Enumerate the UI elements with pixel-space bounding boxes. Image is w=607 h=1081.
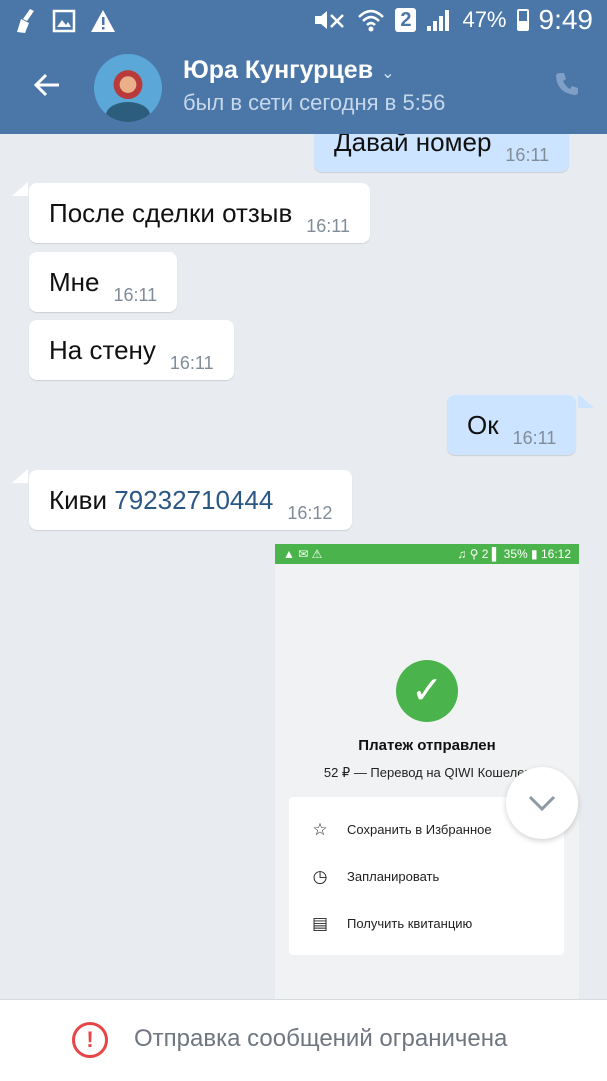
battery-icon xyxy=(516,9,529,31)
clock-icon: ◷ xyxy=(312,866,328,886)
signal-icon xyxy=(427,10,450,31)
message-time: 16:11 xyxy=(505,145,550,165)
broom-icon xyxy=(17,9,34,33)
status-bar: 2 47% 9:49 xyxy=(0,0,607,42)
clock: 9:49 xyxy=(538,4,594,35)
contact-name-text: Юра Кунгурцев xyxy=(183,56,374,84)
option-label: Сохранить в Избранное xyxy=(347,822,492,837)
option-schedule: ◷ Запланировать xyxy=(289,853,564,900)
bubble-tail xyxy=(12,182,28,196)
message-text: На стену xyxy=(49,335,156,365)
back-arrow-icon[interactable] xyxy=(32,70,62,106)
option-label: Получить квитанцию xyxy=(347,916,473,931)
message-time: 16:12 xyxy=(287,503,333,523)
message-text: Мне xyxy=(49,267,100,297)
message-incoming[interactable]: Киви 79232710444 16:12 xyxy=(29,470,353,530)
message-text: После сделки отзыв xyxy=(49,198,293,228)
contact-name[interactable]: Юра Кунгурцев ⌄ xyxy=(183,56,394,85)
last-seen-status: был в сети сегодня в 5:56 xyxy=(183,90,446,115)
success-check-icon: ✓ xyxy=(396,660,458,722)
image-icon xyxy=(52,9,76,33)
attachment-sim: 2 xyxy=(481,547,489,561)
message-time: 16:11 xyxy=(169,353,214,373)
message-incoming[interactable]: Мне 16:11 xyxy=(29,252,178,312)
warning-icon xyxy=(91,10,115,32)
bubble-tail xyxy=(12,469,28,483)
attachment-time: 16:12 xyxy=(540,547,571,561)
avatar[interactable] xyxy=(94,54,162,122)
message-text: Ок xyxy=(467,410,499,440)
chevron-down-icon xyxy=(528,795,556,812)
receipt-icon: ▤ xyxy=(311,913,329,933)
option-label: Запланировать xyxy=(347,869,440,884)
star-icon: ☆ xyxy=(312,819,328,839)
phone-number-link[interactable]: 79232710444 xyxy=(114,485,273,515)
warning-icon: ! xyxy=(72,1022,108,1058)
phone-icon[interactable] xyxy=(553,70,581,105)
chat-header: Юра Кунгурцев ⌄ был в сети сегодня в 5:56 xyxy=(0,42,607,134)
scroll-down-button[interactable] xyxy=(506,767,578,839)
attachment-battery: 35% xyxy=(503,547,528,561)
message-text: Давай номер xyxy=(334,134,492,157)
message-text: Киви xyxy=(49,485,108,515)
message-incoming[interactable]: На стену 16:11 xyxy=(29,320,234,380)
message-incoming[interactable]: После сделки отзыв 16:11 xyxy=(29,183,370,243)
message-outgoing[interactable]: Давай номер 16:11 xyxy=(314,134,570,172)
chevron-down-icon[interactable]: ⌄ xyxy=(381,65,394,82)
message-outgoing[interactable]: Ок 16:11 xyxy=(447,395,577,455)
restriction-text: Отправка сообщений ограничена xyxy=(134,1025,508,1052)
attachment-status-right: ♫ ⚲ 2 ▌ 35% ▮ 16:12 xyxy=(457,547,571,561)
attachment-status-icons-left: ▲ ✉ ⚠ xyxy=(283,547,323,561)
sim-indicator: 2 xyxy=(395,8,417,32)
mute-icon xyxy=(315,11,345,29)
attachment-status-bar: ▲ ✉ ⚠ ♫ ⚲ 2 ▌ 35% ▮ 16:12 xyxy=(275,544,579,564)
message-list[interactable]: Давай номер 16:11 После сделки отзыв 16:11… xyxy=(0,134,607,999)
composer-restricted-bar: ! Отправка сообщений ограничена xyxy=(0,999,607,1081)
option-receipt: ▤ Получить квитанцию xyxy=(289,900,564,947)
message-time: 16:11 xyxy=(113,285,158,305)
bubble-tail xyxy=(578,394,594,408)
message-time: 16:11 xyxy=(306,216,350,236)
battery-percent: 47% xyxy=(462,7,507,32)
wifi-icon xyxy=(358,9,385,32)
payment-title: Платеж отправлен xyxy=(358,737,496,754)
message-time: 16:11 xyxy=(512,428,557,448)
